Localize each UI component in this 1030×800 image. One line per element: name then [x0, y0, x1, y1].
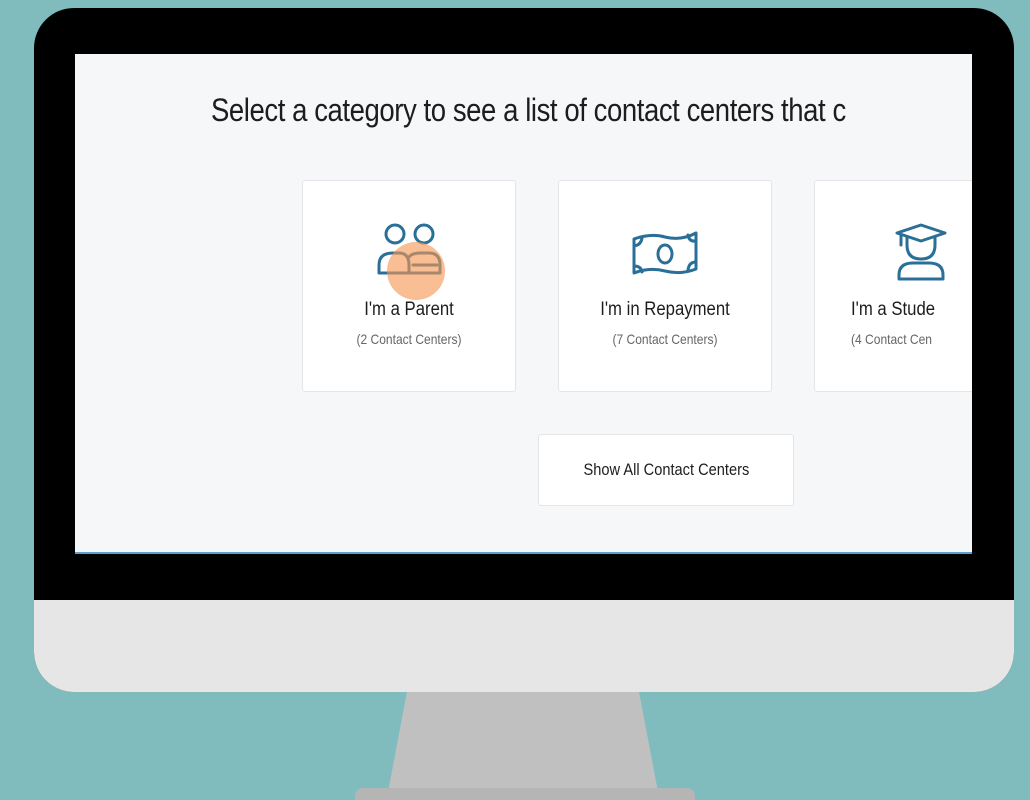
show-all-label: Show All Contact Centers	[583, 460, 749, 479]
category-card-parent[interactable]: I'm a Parent (2 Contact Centers)	[302, 180, 516, 392]
browser-screen: Select a category to see a list of conta…	[75, 54, 972, 554]
money-bill-icon	[632, 231, 698, 275]
page-heading: Select a category to see a list of conta…	[211, 92, 846, 128]
parents-icon	[377, 223, 442, 275]
monitor-chin	[34, 600, 1014, 692]
category-count: (2 Contact Centers)	[356, 331, 462, 347]
category-label: I'm in Repayment	[600, 299, 730, 320]
category-card-student[interactable]: I'm a Stude (4 Contact Cen	[814, 180, 972, 392]
screen-divider	[75, 552, 972, 554]
category-label: I'm a Stude	[851, 299, 936, 320]
student-graduate-icon	[895, 223, 947, 281]
category-count: (7 Contact Centers)	[612, 331, 718, 347]
monitor-stand-base	[355, 788, 695, 800]
show-all-contact-centers-button[interactable]: Show All Contact Centers	[538, 434, 794, 506]
category-label: I'm a Parent	[364, 299, 454, 320]
monitor-stand	[388, 692, 658, 792]
category-card-repayment[interactable]: I'm in Repayment (7 Contact Centers)	[558, 180, 772, 392]
category-count: (4 Contact Cen	[851, 331, 932, 347]
